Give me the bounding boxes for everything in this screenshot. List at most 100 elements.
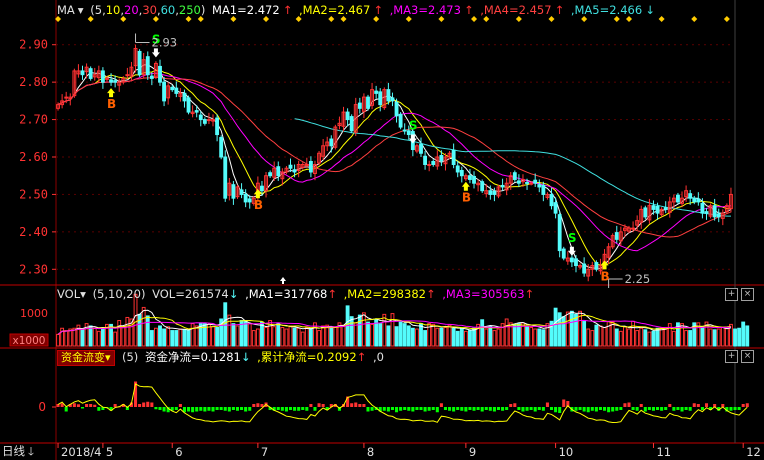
flow-bar[interactable] [403, 407, 407, 410]
flow-bar[interactable] [627, 402, 631, 408]
volume-bar[interactable] [296, 327, 301, 347]
flow-bar[interactable] [611, 407, 615, 412]
volume-bar[interactable] [419, 323, 423, 347]
flow-bar[interactable] [656, 407, 660, 410]
volume-bar[interactable] [639, 327, 644, 347]
volume-bar[interactable] [88, 325, 93, 347]
volume-bar[interactable] [382, 313, 387, 347]
volume-bar[interactable] [92, 327, 97, 347]
candle[interactable] [557, 210, 562, 258]
volume-bar[interactable] [300, 331, 305, 347]
volume-bar[interactable] [627, 328, 631, 347]
volume-bar[interactable] [235, 325, 240, 347]
candle[interactable] [496, 184, 501, 199]
candle[interactable] [88, 66, 93, 81]
event-marker-icon[interactable] [658, 16, 665, 22]
volume-bar[interactable] [484, 328, 489, 347]
flow-bar[interactable] [354, 402, 358, 408]
candle[interactable] [321, 139, 326, 160]
flow-bar[interactable] [301, 407, 305, 410]
volume-bar[interactable] [525, 326, 529, 347]
volume-bar[interactable] [700, 326, 705, 347]
flow-bar[interactable] [276, 407, 280, 410]
volume-bar[interactable] [455, 330, 460, 347]
volume-bar[interactable] [423, 330, 428, 347]
candle[interactable] [463, 173, 468, 181]
candle[interactable] [419, 137, 423, 157]
volume-bar[interactable] [333, 326, 338, 347]
volume-bar[interactable] [121, 326, 126, 347]
candle[interactable] [329, 135, 334, 153]
flow-bar[interactable] [460, 407, 464, 411]
flow-bar[interactable] [623, 403, 627, 407]
flow-bar[interactable] [178, 404, 182, 407]
volume-bar[interactable] [317, 330, 321, 347]
flow-bar[interactable] [93, 404, 97, 407]
volume-bar[interactable] [663, 326, 668, 347]
candle[interactable] [402, 123, 407, 135]
candle[interactable] [84, 63, 89, 79]
flow-bar[interactable] [174, 407, 178, 410]
candle[interactable] [141, 52, 146, 79]
candle[interactable] [223, 150, 228, 202]
volume-bar[interactable] [304, 326, 309, 347]
flow-bar[interactable] [541, 407, 545, 411]
volume-bar[interactable] [353, 322, 358, 347]
candle[interactable] [716, 208, 721, 223]
volume-bar[interactable] [684, 330, 689, 347]
candle[interactable] [357, 97, 362, 114]
volume-bar[interactable] [178, 328, 183, 347]
volume-bar[interactable] [64, 330, 69, 347]
volume-bar[interactable] [145, 315, 150, 347]
flow-bar[interactable] [313, 407, 317, 411]
flow-bar[interactable] [664, 407, 668, 410]
volume-bar[interactable] [113, 331, 118, 347]
volume-bar[interactable] [716, 328, 721, 347]
flow-bar[interactable] [231, 407, 235, 410]
candle[interactable] [235, 184, 240, 199]
volume-bar[interactable] [361, 312, 366, 347]
flow-bar[interactable] [150, 402, 154, 408]
volume-bar[interactable] [618, 330, 623, 347]
flow-bar[interactable] [476, 407, 480, 410]
flow-bar[interactable] [407, 407, 411, 411]
volume-bar[interactable] [402, 323, 407, 347]
vol-expand-button[interactable]: + [725, 288, 738, 301]
stock-chart[interactable]: BSBSBSB 2.902.802.702.602.502.402.301000… [0, 0, 764, 460]
flow-bar[interactable] [256, 403, 260, 407]
flow-bar[interactable] [582, 407, 586, 412]
candle[interactable] [337, 116, 342, 130]
candle[interactable] [427, 160, 432, 172]
flow-bar[interactable] [80, 407, 85, 409]
flow-bar[interactable] [399, 407, 403, 411]
volume-bar[interactable] [280, 326, 285, 347]
volume-bar[interactable] [366, 321, 370, 347]
volume-bar[interactable] [594, 324, 599, 347]
volume-bar[interactable] [586, 328, 591, 347]
flow-bar[interactable] [219, 407, 223, 410]
volume-bar[interactable] [688, 330, 693, 347]
candle[interactable] [198, 111, 203, 127]
volume-bar[interactable] [341, 324, 346, 347]
volume-bar[interactable] [390, 313, 395, 347]
candle[interactable] [92, 67, 97, 81]
flow-bar[interactable] [427, 407, 431, 411]
flow-bar[interactable] [297, 407, 301, 411]
candle[interactable] [366, 94, 370, 111]
candle[interactable] [455, 160, 460, 178]
flow-bar[interactable] [386, 407, 390, 412]
candle[interactable] [565, 251, 570, 265]
volume-bars[interactable] [56, 293, 750, 347]
volume-bar[interactable] [398, 321, 403, 347]
volume-bar[interactable] [610, 321, 615, 347]
volume-bar[interactable] [574, 313, 578, 347]
candle[interactable] [398, 112, 403, 130]
candle[interactable] [239, 183, 244, 199]
volume-bar[interactable] [647, 331, 652, 347]
volume-bar[interactable] [533, 328, 538, 347]
candle[interactable] [451, 143, 456, 169]
volume-bar[interactable] [622, 326, 627, 347]
candle[interactable] [512, 170, 517, 182]
candle[interactable] [166, 82, 171, 105]
flow-bar[interactable] [293, 407, 297, 411]
